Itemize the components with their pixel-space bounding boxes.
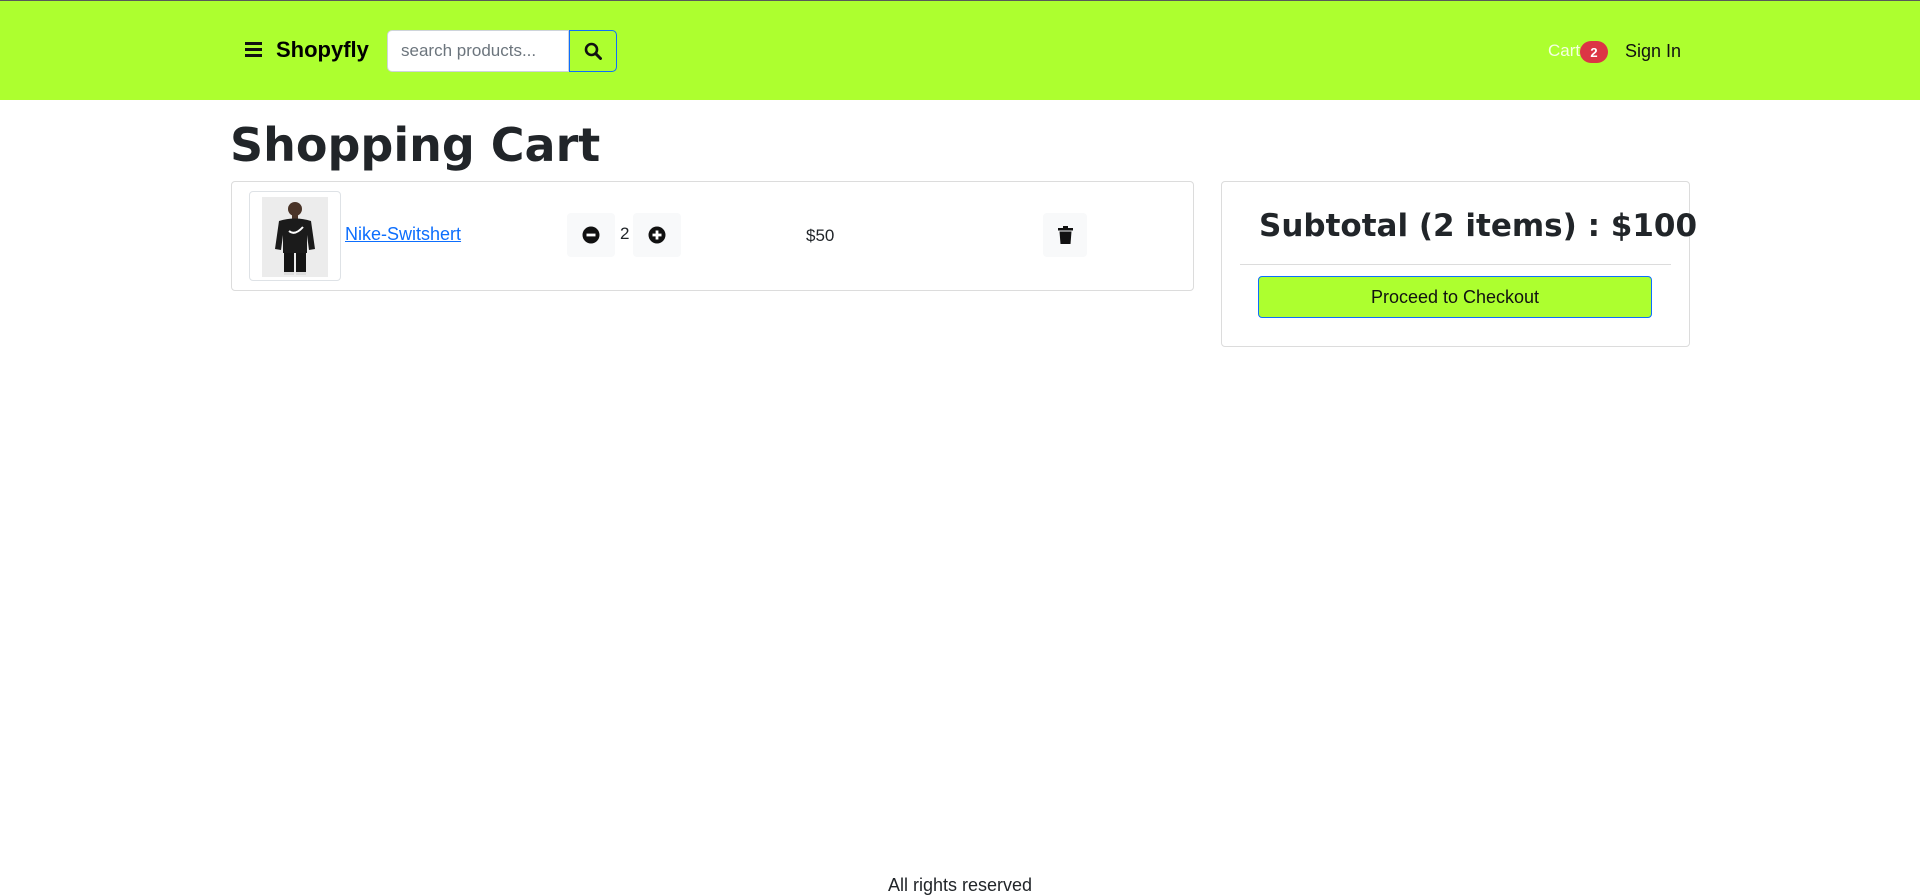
summary-divider bbox=[1240, 264, 1671, 265]
delete-item-button[interactable] bbox=[1043, 213, 1087, 257]
minus-circle-icon bbox=[582, 226, 600, 244]
product-image bbox=[249, 191, 341, 281]
subtotal-heading: Subtotal (2 items) : $100 bbox=[1259, 208, 1698, 244]
page-title: Shopping Cart bbox=[230, 118, 601, 172]
cart-count-badge: 2 bbox=[1580, 41, 1608, 63]
quantity-value: 2 bbox=[620, 224, 630, 243]
search-input[interactable] bbox=[387, 30, 569, 72]
signin-link[interactable]: Sign In bbox=[1625, 41, 1681, 62]
plus-circle-icon bbox=[648, 226, 666, 244]
footer-text: All rights reserved bbox=[887, 875, 1033, 895]
menu-icon[interactable] bbox=[245, 42, 262, 58]
brand-logo[interactable]: Shopyfly bbox=[276, 37, 369, 63]
cart-link[interactable]: Cart bbox=[1548, 41, 1580, 61]
decrease-quantity-button[interactable] bbox=[567, 213, 615, 257]
trash-icon bbox=[1057, 226, 1073, 244]
navbar: Shopyfly Cart 2 Sign In bbox=[0, 0, 1920, 100]
product-link[interactable]: Nike-Switshert bbox=[345, 224, 461, 245]
search-button[interactable] bbox=[569, 30, 617, 72]
increase-quantity-button[interactable] bbox=[633, 213, 681, 257]
search-icon bbox=[584, 42, 602, 60]
item-price: $50 bbox=[806, 226, 835, 245]
checkout-button[interactable]: Proceed to Checkout bbox=[1258, 276, 1652, 318]
